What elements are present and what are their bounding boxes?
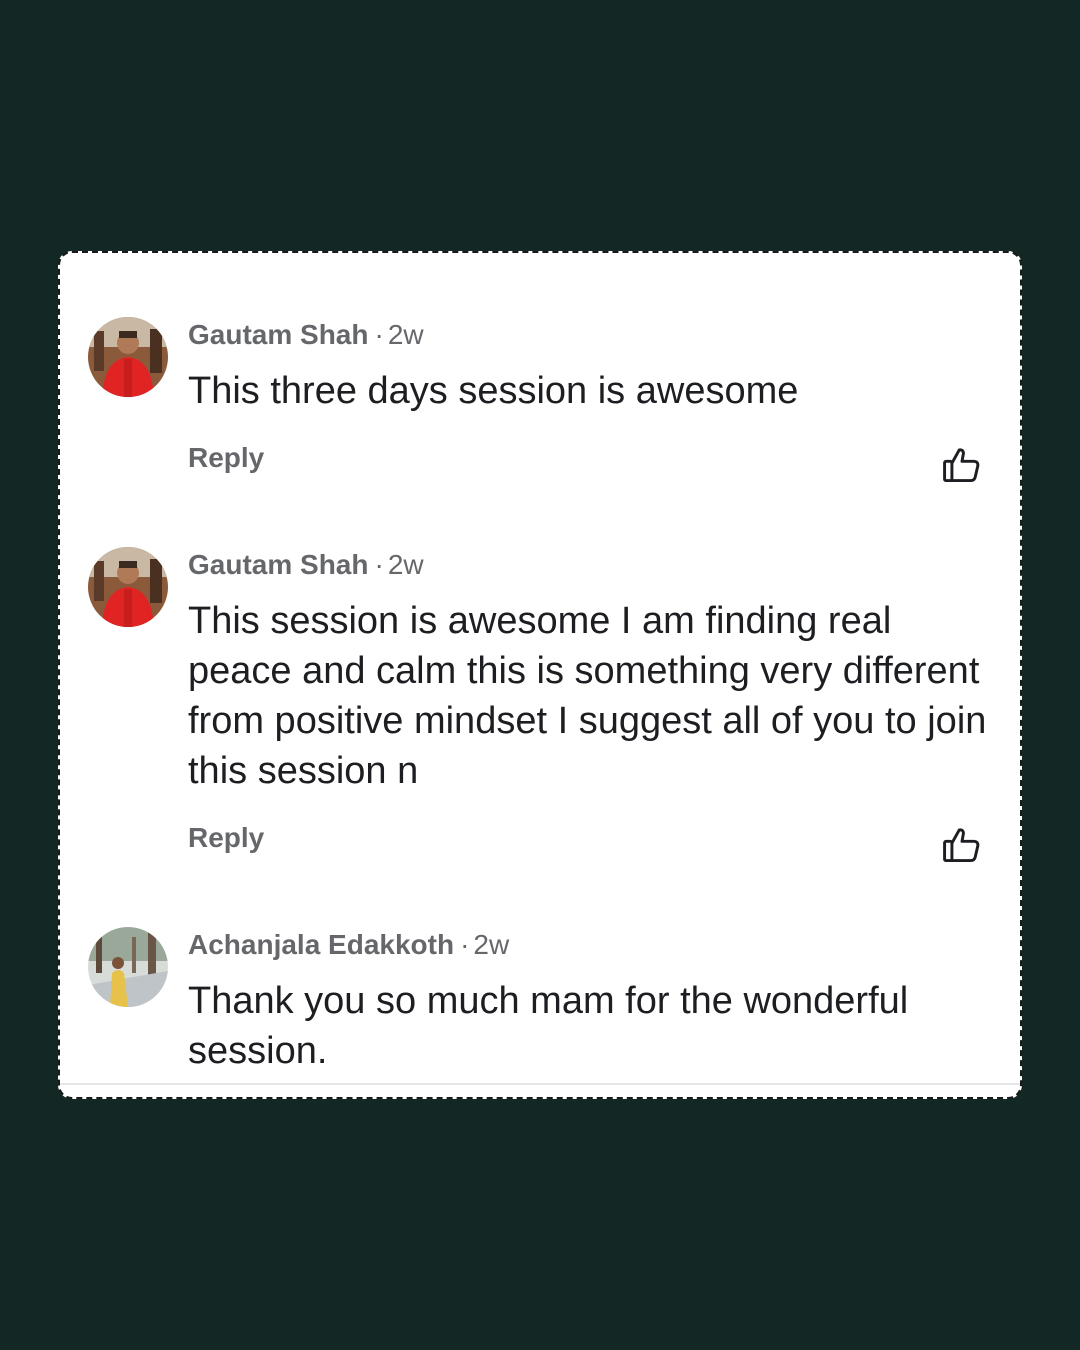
comment-time[interactable]: 2w: [388, 319, 424, 350]
thumbs-up-icon: [943, 828, 980, 863]
divider: [60, 1083, 1020, 1085]
meta-separator: ·: [374, 319, 384, 350]
comment-meta: Gautam Shah · 2w: [188, 549, 424, 581]
thumbs-up-icon: [943, 448, 980, 483]
reply-button[interactable]: Reply: [188, 442, 264, 474]
person-red-jacket-avatar-icon: [88, 547, 168, 627]
avatar[interactable]: [88, 317, 168, 397]
comment-author[interactable]: Achanjala Edakkoth: [188, 929, 454, 960]
meta-separator: ·: [460, 929, 470, 960]
comment-time[interactable]: 2w: [473, 929, 509, 960]
avatar[interactable]: [88, 927, 168, 1007]
comment-text: This session is awesome I am finding rea…: [188, 600, 987, 792]
avatar[interactable]: [88, 547, 168, 627]
comment-author[interactable]: Gautam Shah: [188, 319, 368, 350]
meta-separator: ·: [374, 549, 384, 580]
like-button[interactable]: [940, 823, 984, 867]
person-red-jacket-avatar-icon: [88, 317, 168, 397]
reply-button[interactable]: Reply: [188, 822, 264, 854]
comment-meta: Achanjala Edakkoth · 2w: [188, 929, 509, 961]
comment-meta: Gautam Shah · 2w: [188, 319, 424, 351]
comment-text: This three days session is awesome: [188, 370, 799, 412]
comments-card: Gautam Shah · 2w This three days session i…: [58, 251, 1022, 1099]
comment-author[interactable]: Gautam Shah: [188, 549, 368, 580]
like-button[interactable]: [940, 443, 984, 487]
comment-text: Thank you so much mam for the wonderful …: [188, 980, 909, 1072]
person-outdoor-avatar-icon: [88, 927, 168, 1007]
comment-time[interactable]: 2w: [388, 549, 424, 580]
